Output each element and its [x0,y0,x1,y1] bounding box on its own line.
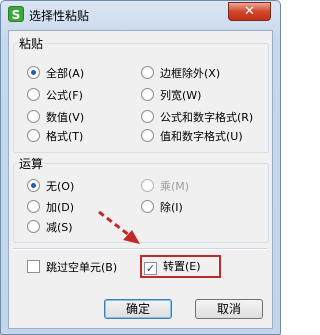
option-label: 加(D) [46,201,75,214]
option-label: 格式(T) [46,130,84,143]
transpose-highlight-box [140,255,221,278]
radio-icon [141,179,154,192]
close-button[interactable]: ✕ [228,2,271,21]
option-label: 全部(A) [46,67,85,80]
paste-option-formulas[interactable]: 公式(F) [27,88,83,104]
title-bar[interactable]: S 选择性粘贴 ✕ [1,1,280,29]
paste-special-dialog: S 选择性粘贴 ✕ 粘贴 全部(A) 边框除外(X) 公式(F) 列宽(W) 数… [0,0,281,335]
paste-option-formats[interactable]: 格式(T) [27,129,83,145]
radio-icon [27,220,40,233]
radio-icon [27,179,40,192]
option-label: 边框除外(X) [160,67,221,80]
skip-blanks-checkbox[interactable]: 跳过空单元(B) [27,260,117,276]
paste-option-values[interactable]: 数值(V) [27,110,84,126]
dialog-body: 粘贴 全部(A) 边框除外(X) 公式(F) 列宽(W) 数值(V) 公式和数字… [8,30,273,329]
option-label: 值和数字格式(U) [160,130,243,143]
paste-option-formulas-number-formats[interactable]: 公式和数字格式(R) [141,110,253,126]
option-label: 公式(F) [46,89,83,102]
operation-option-add[interactable]: 加(D) [27,200,74,216]
option-label: 减(S) [46,221,73,234]
operation-option-none[interactable]: 无(O) [27,179,74,195]
operation-option-subtract[interactable]: 减(S) [27,220,73,236]
radio-icon [141,129,154,142]
option-label: 无(O) [46,180,75,193]
paste-option-except-borders[interactable]: 边框除外(X) [141,66,220,82]
radio-icon [141,110,154,123]
paste-option-all[interactable]: 全部(A) [27,66,84,82]
paste-option-values-number-formats[interactable]: 值和数字格式(U) [141,129,243,145]
paste-group-label: 粘贴 [17,35,46,52]
operation-option-multiply: 乘(M) [141,179,189,195]
checkbox-label: 跳过空单元(B) [46,261,118,274]
option-label: 数值(V) [46,111,85,124]
ok-button[interactable]: 确定 [104,299,172,319]
annotation-arrow-icon [98,210,140,244]
radio-icon [27,200,40,213]
option-label: 乘(M) [160,180,190,193]
checkbox-icon [27,260,40,273]
radio-icon [27,88,40,101]
cancel-button[interactable]: 取消 [195,299,263,319]
operation-group-label: 运算 [17,155,46,172]
radio-icon [141,66,154,79]
option-label: 列宽(W) [160,89,202,102]
radio-icon [27,129,40,142]
dialog-title: 选择性粘贴 [29,9,90,23]
radio-icon [27,66,40,79]
option-label: 除(I) [160,201,183,214]
radio-icon [141,88,154,101]
operation-option-divide[interactable]: 除(I) [141,200,183,216]
app-icon: S [8,6,24,22]
paste-option-column-widths[interactable]: 列宽(W) [141,88,201,104]
option-label: 公式和数字格式(R) [160,111,254,124]
radio-icon [27,110,40,123]
